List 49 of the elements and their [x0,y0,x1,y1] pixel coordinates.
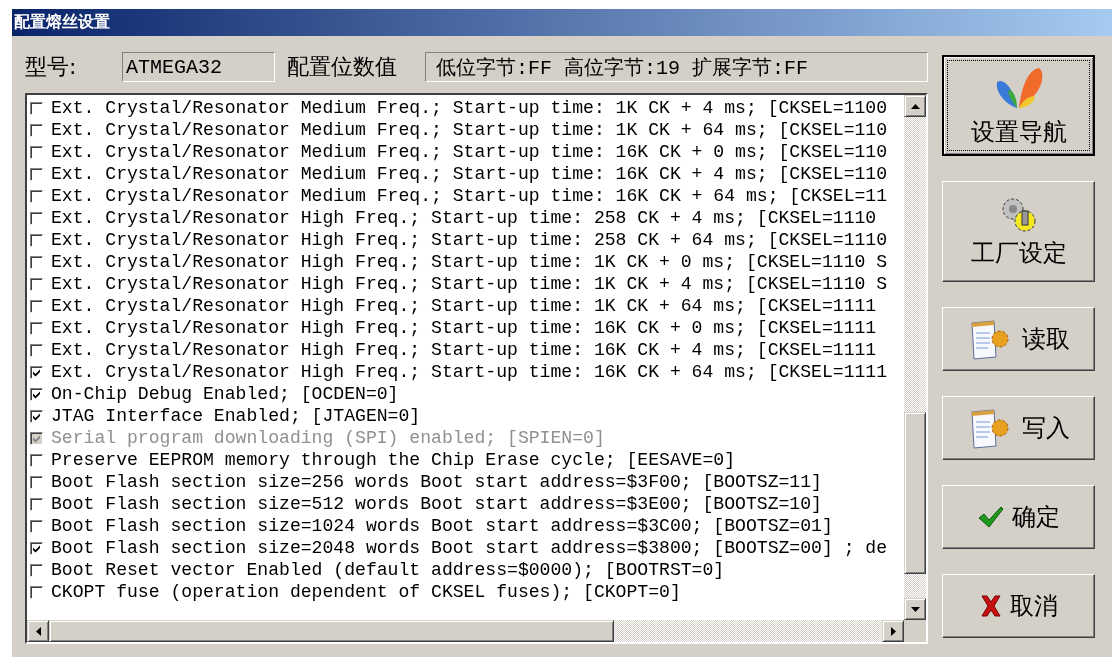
model-field[interactable]: ATMEGA32 [122,52,275,82]
scroll-up-button[interactable] [904,95,926,117]
fuse-option-label: Ext. Crystal/Resonator Medium Freq.; Start-up time: 16K CK + 0 ms; [CKSEL=110 [51,141,888,163]
fuse-option-label: On-Chip Debug Enabled; [OCDEN=0] [51,383,399,405]
scroll-thumb[interactable] [904,412,926,574]
fuse-value-label: 配置位数值 [287,53,398,81]
fuse-option-label: Boot Flash section size=1024 words Boot start address=$3C00; [BOOTSZ=01] [51,515,833,537]
action-button[interactable]: 读取 [942,307,1095,371]
left-arrow-icon [35,626,41,636]
up-arrow-icon [910,103,920,109]
down-arrow-icon [910,606,920,612]
fuse-option-label: Boot Flash section size=512 words Boot start address=$3E00; [BOOTSZ=10] [51,493,822,515]
fuse-option-label: Ext. Crystal/Resonator High Freq.; Start-up time: 16K CK + 0 ms; [CKSEL=1111 [51,317,877,339]
action-button[interactable]: 设置导航 [942,55,1095,156]
fuse-option-label: Ext. Crystal/Resonator Medium Freq.; Start-up time: 1K CK + 64 ms; [CKSEL=110 [51,119,888,141]
model-label: 型号: [25,53,78,81]
fuse-option-label: Ext. Crystal/Resonator High Freq.; Start-up time: 1K CK + 64 ms; [CKSEL=1111 [51,295,877,317]
right-arrow-icon [890,626,896,636]
fuse-option-label: Ext. Crystal/Resonator High Freq.; Start-up time: 258 CK + 4 ms; [CKSEL=1110 [51,207,877,229]
fuse-option-label: Preserve EEPROM memory through the Chip Erase cycle; [EESAVE=0] [51,449,736,471]
fuse-option-label: Ext. Crystal/Resonator High Freq.; Start-up time: 258 CK + 64 ms; [CKSEL=1110 [51,229,888,251]
action-button[interactable]: 取消 [942,574,1095,638]
fuse-option-label: Ext. Crystal/Resonator High Freq.; Start-up time: 16K CK + 4 ms; [CKSEL=1111 [51,339,877,361]
action-button[interactable]: 工厂设定 [942,181,1095,282]
scrollbar-corner [904,620,926,642]
cross-icon [979,594,1002,618]
scroll-right-button[interactable] [882,620,904,642]
horizontal-scrollbar[interactable] [27,620,904,642]
window-title: 配置熔丝设置 [14,12,110,33]
check-icon [977,505,1004,529]
fuse-option-label: Boot Reset vector Enabled (default address=$0000); [BOOTRST=0] [51,559,725,581]
fuse-option-label: Ext. Crystal/Resonator Medium Freq.; Start-up time: 16K CK + 64 ms; [CKSEL=11 [51,185,888,207]
fuse-option-label: Ext. Crystal/Resonator Medium Freq.; Start-up time: 16K CK + 4 ms; [CKSEL=110 [51,163,888,185]
fuse-option-label: Ext. Crystal/Resonator High Freq.; Start-up time: 1K CK + 4 ms; [CKSEL=1110 S [51,273,888,295]
fuse-option-label: Boot Flash section size=2048 words Boot start address=$3800; [BOOTSZ=00] ; de [51,537,888,559]
fuse-option-label: Ext. Crystal/Resonator Medium Freq.; Start-up time: 1K CK + 4 ms; [CKSEL=1100 [51,97,888,119]
action-button[interactable]: 写入 [942,396,1095,460]
scroll-thumb[interactable] [49,620,614,642]
scroll-left-button[interactable] [27,620,49,642]
action-button[interactable]: 确定 [942,485,1095,549]
fuse-value-field[interactable]: 低位字节:FF 高位字节:19 扩展字节:FF [425,52,928,82]
fuse-option-label: Boot Flash section size=256 words Boot start address=$3F00; [BOOTSZ=11] [51,471,822,493]
fuse-option-label: CKOPT fuse (operation dependent of CKSEL fuses); [CKOPT=0] [51,581,681,603]
fuse-option-label: Ext. Crystal/Resonator High Freq.; Start-up time: 1K CK + 0 ms; [CKSEL=1110 S [51,251,888,273]
fuse-option-label: Ext. Crystal/Resonator High Freq.; Start-up time: 16K CK + 64 ms; [CKSEL=1111 [51,361,888,383]
vertical-scrollbar[interactable] [904,95,926,620]
scroll-down-button[interactable] [904,598,926,620]
fuse-option-label: JTAG Interface Enabled; [JTAGEN=0] [51,405,421,427]
fuse-option-label: Serial program downloading (SPI) enabled; [SPIEN=0] [51,427,605,449]
